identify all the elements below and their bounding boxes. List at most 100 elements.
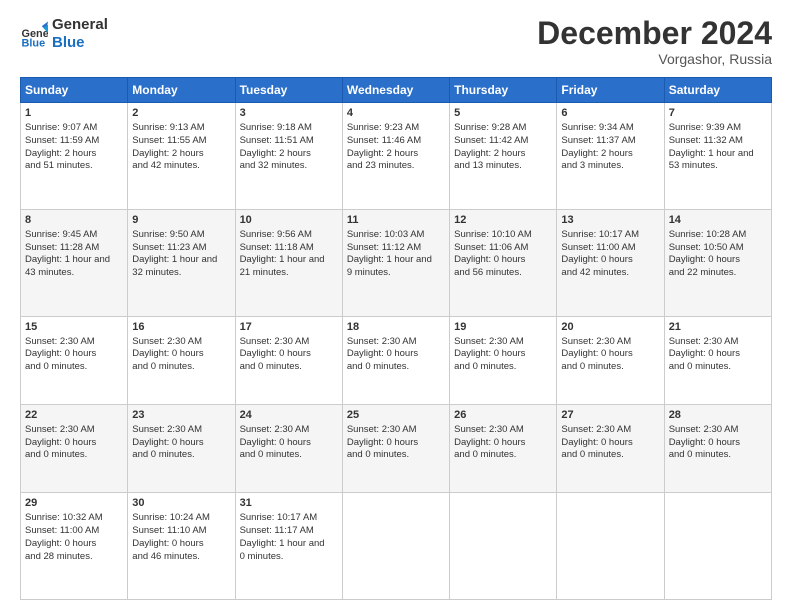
day-info-line: Daylight: 1 hour and	[25, 254, 123, 267]
day-info-line: 9 minutes.	[347, 267, 445, 280]
day-number: 14	[669, 213, 767, 228]
day-info-line: Sunrise: 10:03 AM	[347, 229, 445, 242]
day-info-line: Daylight: 0 hours	[347, 437, 445, 450]
table-row: 5Sunrise: 9:28 AMSunset: 11:42 AMDayligh…	[450, 103, 557, 210]
day-info-line: Sunset: 11:10 AM	[132, 525, 230, 538]
day-number: 5	[454, 106, 552, 121]
day-info-line: Sunset: 10:50 AM	[669, 242, 767, 255]
logo-icon: General Blue	[20, 20, 48, 48]
day-info-line: Sunrise: 9:39 AM	[669, 122, 767, 135]
day-info-line: Sunset: 2:30 AM	[347, 424, 445, 437]
day-info-line: and 0 minutes.	[454, 361, 552, 374]
table-row: 18Sunset: 2:30 AMDaylight: 0 hoursand 0 …	[342, 316, 449, 404]
table-row: 24Sunset: 2:30 AMDaylight: 0 hoursand 0 …	[235, 404, 342, 492]
day-info-line: Sunrise: 10:32 AM	[25, 512, 123, 525]
day-info-line: Sunrise: 9:18 AM	[240, 122, 338, 135]
day-header-tuesday: Tuesday	[235, 78, 342, 103]
table-row	[664, 493, 771, 600]
day-info-line: Sunrise: 10:17 AM	[240, 512, 338, 525]
day-info-line: Sunset: 2:30 AM	[454, 336, 552, 349]
day-number: 31	[240, 496, 338, 511]
day-number: 3	[240, 106, 338, 121]
day-info-line: Daylight: 0 hours	[561, 254, 659, 267]
day-header-sunday: Sunday	[21, 78, 128, 103]
table-row: 29Sunrise: 10:32 AMSunset: 11:00 AMDayli…	[21, 493, 128, 600]
day-info-line: Sunrise: 10:24 AM	[132, 512, 230, 525]
day-number: 24	[240, 408, 338, 423]
day-info-line: Daylight: 0 hours	[669, 437, 767, 450]
day-header-wednesday: Wednesday	[342, 78, 449, 103]
table-row: 17Sunset: 2:30 AMDaylight: 0 hoursand 0 …	[235, 316, 342, 404]
day-header-monday: Monday	[128, 78, 235, 103]
day-info-line: and 0 minutes.	[25, 361, 123, 374]
table-row	[450, 493, 557, 600]
day-info-line: and 0 minutes.	[240, 449, 338, 462]
day-number: 22	[25, 408, 123, 423]
day-info-line: and 0 minutes.	[561, 449, 659, 462]
day-info-line: Daylight: 0 hours	[240, 437, 338, 450]
table-row: 19Sunset: 2:30 AMDaylight: 0 hoursand 0 …	[450, 316, 557, 404]
day-info-line: Sunrise: 9:13 AM	[132, 122, 230, 135]
day-info-line: Daylight: 1 hour and	[240, 538, 338, 551]
table-row: 8Sunrise: 9:45 AMSunset: 11:28 AMDayligh…	[21, 209, 128, 316]
day-info-line: Sunrise: 9:28 AM	[454, 122, 552, 135]
day-info-line: Daylight: 2 hours	[561, 148, 659, 161]
day-info-line: 43 minutes.	[25, 267, 123, 280]
day-info-line: Sunset: 11:51 AM	[240, 135, 338, 148]
logo-text-general: General	[52, 16, 108, 34]
day-info-line: 21 minutes.	[240, 267, 338, 280]
svg-text:Blue: Blue	[22, 37, 46, 48]
day-info-line: Sunset: 2:30 AM	[347, 336, 445, 349]
day-info-line: 53 minutes.	[669, 160, 767, 173]
day-info-line: Sunset: 2:30 AM	[132, 336, 230, 349]
calendar-week-row: 8Sunrise: 9:45 AMSunset: 11:28 AMDayligh…	[21, 209, 772, 316]
day-info-line: Daylight: 0 hours	[669, 348, 767, 361]
day-number: 25	[347, 408, 445, 423]
day-info-line: Sunset: 2:30 AM	[240, 424, 338, 437]
day-info-line: and 0 minutes.	[347, 361, 445, 374]
logo: General Blue General Blue	[20, 16, 108, 52]
day-info-line: and 42 minutes.	[561, 267, 659, 280]
calendar-week-row: 22Sunset: 2:30 AMDaylight: 0 hoursand 0 …	[21, 404, 772, 492]
day-info-line: Daylight: 0 hours	[669, 254, 767, 267]
title-block: December 2024 Vorgashor, Russia	[537, 16, 772, 67]
day-info-line: Daylight: 1 hour and	[347, 254, 445, 267]
table-row: 1Sunrise: 9:07 AMSunset: 11:59 AMDayligh…	[21, 103, 128, 210]
day-number: 29	[25, 496, 123, 511]
day-info-line: and 28 minutes.	[25, 551, 123, 564]
day-info-line: Sunset: 11:46 AM	[347, 135, 445, 148]
day-info-line: Daylight: 0 hours	[132, 437, 230, 450]
calendar-week-row: 15Sunset: 2:30 AMDaylight: 0 hoursand 0 …	[21, 316, 772, 404]
day-number: 18	[347, 320, 445, 335]
day-number: 7	[669, 106, 767, 121]
table-row: 13Sunrise: 10:17 AMSunset: 11:00 AMDayli…	[557, 209, 664, 316]
day-info-line: Sunrise: 9:23 AM	[347, 122, 445, 135]
day-info-line: and 3 minutes.	[561, 160, 659, 173]
day-number: 19	[454, 320, 552, 335]
day-info-line: Daylight: 2 hours	[132, 148, 230, 161]
table-row: 27Sunset: 2:30 AMDaylight: 0 hoursand 0 …	[557, 404, 664, 492]
day-info-line: Sunset: 11:00 AM	[561, 242, 659, 255]
table-row: 28Sunset: 2:30 AMDaylight: 0 hoursand 0 …	[664, 404, 771, 492]
table-row: 16Sunset: 2:30 AMDaylight: 0 hoursand 0 …	[128, 316, 235, 404]
day-info-line: Sunset: 11:18 AM	[240, 242, 338, 255]
day-info-line: and 56 minutes.	[454, 267, 552, 280]
calendar-week-row: 1Sunrise: 9:07 AMSunset: 11:59 AMDayligh…	[21, 103, 772, 210]
day-info-line: Sunset: 2:30 AM	[561, 336, 659, 349]
day-info-line: Sunset: 11:37 AM	[561, 135, 659, 148]
calendar-table: SundayMondayTuesdayWednesdayThursdayFrid…	[20, 77, 772, 600]
day-info-line: Sunset: 2:30 AM	[25, 424, 123, 437]
day-info-line: Sunset: 2:30 AM	[561, 424, 659, 437]
day-info-line: Sunset: 11:59 AM	[25, 135, 123, 148]
day-number: 27	[561, 408, 659, 423]
day-info-line: Sunrise: 9:07 AM	[25, 122, 123, 135]
table-row	[557, 493, 664, 600]
day-info-line: and 23 minutes.	[347, 160, 445, 173]
table-row: 6Sunrise: 9:34 AMSunset: 11:37 AMDayligh…	[557, 103, 664, 210]
day-info-line: Daylight: 1 hour and	[132, 254, 230, 267]
day-info-line: Sunset: 2:30 AM	[240, 336, 338, 349]
table-row: 10Sunrise: 9:56 AMSunset: 11:18 AMDaylig…	[235, 209, 342, 316]
table-row: 31Sunrise: 10:17 AMSunset: 11:17 AMDayli…	[235, 493, 342, 600]
day-number: 12	[454, 213, 552, 228]
day-info-line: and 32 minutes.	[240, 160, 338, 173]
